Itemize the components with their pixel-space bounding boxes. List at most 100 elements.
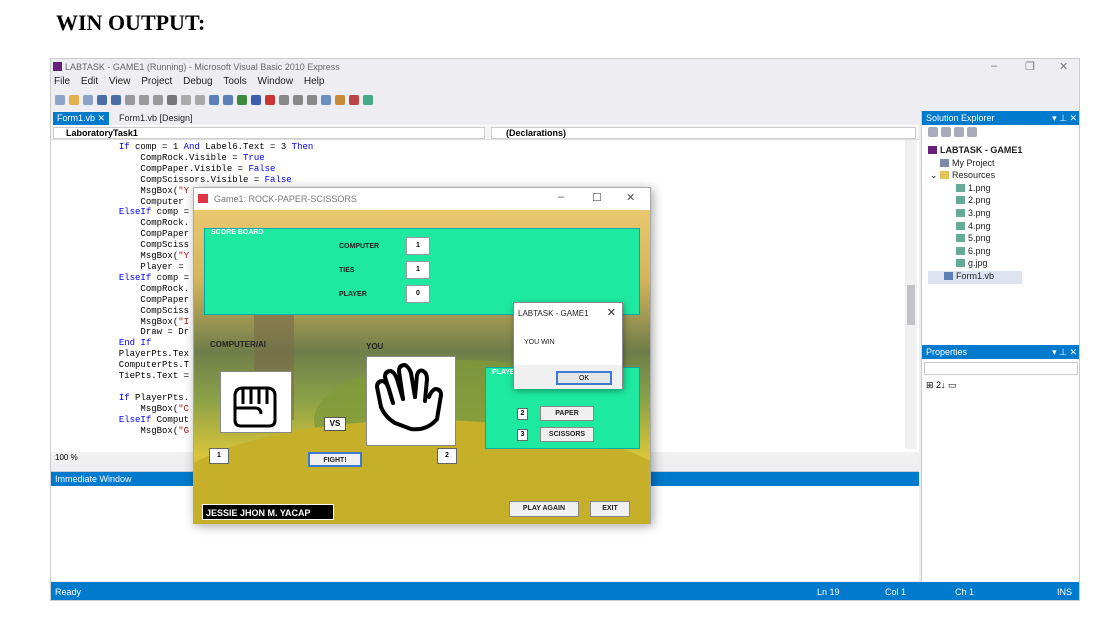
show-all-files-icon[interactable] <box>928 127 938 137</box>
add-item-icon[interactable] <box>83 95 93 105</box>
find-icon[interactable] <box>167 95 177 105</box>
stop-icon[interactable] <box>265 95 275 105</box>
toolbox-icon[interactable] <box>349 95 359 105</box>
navigation-bar: LaboratoryTask1 (Declarations) <box>51 126 919 140</box>
message-box-close-icon[interactable]: ✕ <box>607 306 616 319</box>
member-dropdown[interactable]: (Declarations) <box>491 127 916 139</box>
view-designer-icon[interactable] <box>967 127 977 137</box>
paste-icon[interactable] <box>153 95 163 105</box>
solution-explorer-title: Solution Explorer <box>926 113 995 123</box>
tree-item-label: 6.png <box>968 245 991 256</box>
redo-icon[interactable] <box>223 95 233 105</box>
menu-tools[interactable]: Tools <box>223 76 246 87</box>
tree-item-label: My Project <box>952 157 995 168</box>
restore-icon[interactable]: ❐ <box>1025 60 1035 73</box>
zoom-level[interactable]: 100 % <box>55 453 78 462</box>
play-again-button[interactable]: PLAY AGAIN <box>509 501 579 517</box>
message-box-title: LABTASK - GAME1 <box>518 309 589 318</box>
tree-item-my-project[interactable]: My Project <box>928 158 1022 171</box>
tab-form1-design[interactable]: Form1.vb [Design] <box>115 112 197 125</box>
tree-item-label: Form1.vb <box>956 270 995 281</box>
status-char: Ch 1 <box>955 587 975 597</box>
save-all-icon[interactable] <box>111 95 121 105</box>
game-close-icon[interactable]: ✕ <box>626 191 635 204</box>
fist-icon <box>233 386 277 428</box>
computer-choice-number: 1 <box>209 448 229 464</box>
solution-tree: LABTASK - GAME1 My Project ⌄ Resources 1… <box>928 145 1023 284</box>
menu-project[interactable]: Project <box>141 76 172 87</box>
tree-item-form1[interactable]: Form1.vb <box>928 270 1023 284</box>
game-title: Game1: ROCK-PAPER-SCISSORS <box>214 194 357 204</box>
status-line: Ln 19 <box>817 587 840 597</box>
tree-item-file[interactable]: 2.png <box>928 195 1022 208</box>
tree-item-file[interactable]: 4.png <box>928 221 1022 234</box>
open-icon[interactable] <box>69 95 79 105</box>
tree-item-project[interactable]: LABTASK - GAME1 <box>928 145 1022 158</box>
step-out-icon[interactable] <box>307 95 317 105</box>
image-file-icon <box>956 259 965 268</box>
menu-debug[interactable]: Debug <box>183 76 212 87</box>
save-icon[interactable] <box>97 95 107 105</box>
tab-form1-vb[interactable]: Form1.vb ✕ <box>53 112 110 125</box>
view-code-icon[interactable] <box>954 127 964 137</box>
page-heading: WIN OUTPUT: <box>56 10 206 35</box>
message-box: LABTASK - GAME1 ✕ YOU WIN OK <box>513 302 623 389</box>
menu-help[interactable]: Help <box>304 76 325 87</box>
exit-button[interactable]: EXIT <box>590 501 630 517</box>
status-ready: Ready <box>55 587 82 597</box>
image-file-icon <box>956 221 965 230</box>
ide-titlebar: LABTASK - GAME1 (Running) - Microsoft Vi… <box>51 59 1079 75</box>
class-dropdown[interactable]: LaboratoryTask1 <box>53 127 485 139</box>
tree-item-file[interactable]: 5.png <box>928 233 1022 246</box>
properties-sort-icons[interactable]: ⊞ 2↓ ▭ <box>926 380 957 391</box>
close-icon[interactable]: ✕ <box>1059 60 1068 73</box>
refresh-icon[interactable] <box>941 127 951 137</box>
form-file-icon <box>944 271 953 280</box>
folder-icon <box>940 171 950 180</box>
step-over-icon[interactable] <box>293 95 303 105</box>
editor-scrollbar[interactable] <box>905 140 917 449</box>
game-minimize-icon[interactable]: – <box>558 191 564 203</box>
uncomment-icon[interactable] <box>195 95 205 105</box>
tree-item-label: 1.png <box>968 182 991 193</box>
choice-number-scissors: 3 <box>517 429 528 441</box>
tree-item-file[interactable]: 3.png <box>928 208 1022 221</box>
tree-item-label: 5.png <box>968 233 991 244</box>
scrollbar-thumb[interactable] <box>907 285 915 325</box>
status-bar: Ready Ln 19 Col 1 Ch 1 INS <box>51 582 1079 600</box>
pin-icon[interactable]: ▾ ⊥ ✕ <box>1052 345 1077 359</box>
menu-view[interactable]: View <box>109 76 131 87</box>
properties-icon[interactable] <box>335 95 345 105</box>
ties-score-label: TIES <box>339 267 355 274</box>
tree-item-label: Resources <box>952 170 996 181</box>
solution-explorer-icon[interactable] <box>321 95 331 105</box>
pause-icon[interactable] <box>251 95 261 105</box>
undo-icon[interactable] <box>209 95 219 105</box>
menu-window[interactable]: Window <box>258 76 294 87</box>
menu-edit[interactable]: Edit <box>81 76 98 87</box>
comment-icon[interactable] <box>181 95 191 105</box>
cut-icon[interactable] <box>125 95 135 105</box>
ok-button[interactable]: OK <box>556 371 612 385</box>
minimize-icon[interactable]: – <box>991 60 997 72</box>
properties-object-select[interactable] <box>924 362 1078 375</box>
score-board-title: SCORE BOARD <box>211 229 264 236</box>
tree-item-file[interactable]: g.jpg <box>928 258 1022 271</box>
continue-icon[interactable] <box>237 95 247 105</box>
menu-file[interactable]: File <box>54 76 70 87</box>
tree-item-file[interactable]: 1.png <box>928 183 1022 196</box>
copy-icon[interactable] <box>139 95 149 105</box>
step-into-icon[interactable] <box>279 95 289 105</box>
game-maximize-icon[interactable]: ☐ <box>592 191 602 204</box>
tree-item-file[interactable]: 6.png <box>928 246 1022 259</box>
player-score-label: PLAYER <box>339 291 367 298</box>
status-column: Col 1 <box>885 587 907 597</box>
tree-item-resources[interactable]: ⌄ Resources <box>928 170 1022 183</box>
paper-button[interactable]: PAPER <box>540 406 594 421</box>
scissors-button[interactable]: SCISSORS <box>540 427 594 442</box>
fight-button[interactable]: FIGHT! <box>308 452 362 467</box>
new-project-icon[interactable] <box>55 95 65 105</box>
pin-icon[interactable]: ▾ ⊥ ✕ <box>1052 111 1077 125</box>
object-browser-icon[interactable] <box>363 95 373 105</box>
player-hand <box>366 356 456 446</box>
